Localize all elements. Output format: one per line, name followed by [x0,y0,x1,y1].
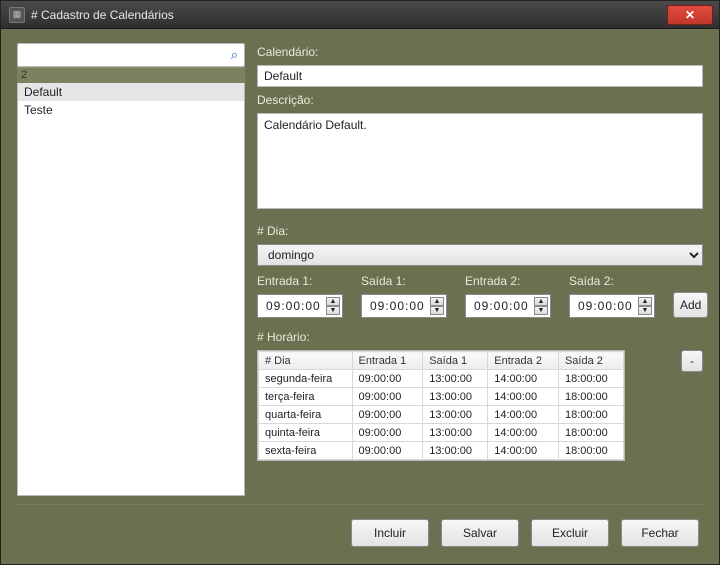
table-cell: 09:00:00 [352,406,423,424]
saida1-down[interactable]: ▼ [430,306,444,315]
table-cell: quinta-feira [259,424,353,442]
app-icon: ▦ [9,7,25,23]
table-cell: 13:00:00 [423,442,488,460]
table-cell: segunda-feira [259,370,353,388]
window-title: # Cadastro de Calendários [31,8,667,22]
table-row[interactable]: segunda-feira09:00:0013:00:0014:00:0018:… [259,370,624,388]
footer-buttons: Incluir Salvar Excluir Fechar [17,504,703,552]
excluir-button[interactable]: Excluir [531,519,609,547]
schedule-table-wrap: # DiaEntrada 1Saída 1Entrada 2Saída 2seg… [257,350,625,461]
schedule-table[interactable]: # DiaEntrada 1Saída 1Entrada 2Saída 2seg… [258,351,624,460]
list-item[interactable]: Default [18,83,244,101]
table-cell: 18:00:00 [558,424,623,442]
entrada2-field[interactable]: ▲ ▼ [465,294,551,318]
table-cell: 13:00:00 [423,406,488,424]
day-select[interactable]: domingo [257,244,703,266]
schedule-row: # DiaEntrada 1Saída 1Entrada 2Saída 2seg… [257,350,703,461]
table-cell: 18:00:00 [558,388,623,406]
day-label: # Dia: [257,222,703,240]
description-textarea[interactable] [257,113,703,209]
saida2-input[interactable] [576,298,636,314]
table-cell: terça-feira [259,388,353,406]
saida2-field[interactable]: ▲ ▼ [569,294,655,318]
table-row[interactable]: terça-feira09:00:0013:00:0014:00:0018:00… [259,388,624,406]
saida2-label: Saída 2: [569,272,655,290]
sidebar: ⌕ 2 DefaultTeste [17,43,245,496]
table-row[interactable]: sexta-feira09:00:0013:00:0014:00:0018:00… [259,442,624,460]
description-label: Descrição: [257,91,703,109]
calendar-name-input[interactable] [257,65,703,87]
form-pane: Calendário: Descrição: # Dia: domingo En… [257,43,703,496]
remove-button[interactable]: - [681,350,703,372]
entrada1-field[interactable]: ▲ ▼ [257,294,343,318]
table-row[interactable]: quinta-feira09:00:0013:00:0014:00:0018:0… [259,424,624,442]
table-cell: quarta-feira [259,406,353,424]
titlebar: ▦ # Cadastro de Calendários ✕ [1,1,719,29]
window-close-button[interactable]: ✕ [667,5,713,25]
search-wrap: ⌕ [17,43,245,67]
saida2-up[interactable]: ▲ [638,297,652,306]
table-cell: sexta-feira [259,442,353,460]
table-header[interactable]: Entrada 2 [488,352,559,370]
calendar-list[interactable]: DefaultTeste [17,83,245,496]
saida1-up[interactable]: ▲ [430,297,444,306]
entrada1-up[interactable]: ▲ [326,297,340,306]
list-item[interactable]: Teste [18,101,244,119]
entrada2-label: Entrada 2: [465,272,551,290]
table-cell: 13:00:00 [423,424,488,442]
add-button[interactable]: Add [673,292,708,318]
saida2-down[interactable]: ▼ [638,306,652,315]
table-cell: 09:00:00 [352,442,423,460]
table-cell: 14:00:00 [488,442,559,460]
search-icon[interactable]: ⌕ [231,47,238,63]
saida1-input[interactable] [368,298,428,314]
time-row: Entrada 1: ▲ ▼ Saída 1: [257,272,703,318]
table-cell: 09:00:00 [352,388,423,406]
table-header[interactable]: Saída 1 [423,352,488,370]
table-cell: 09:00:00 [352,424,423,442]
calendar-label: Calendário: [257,43,703,61]
entrada1-label: Entrada 1: [257,272,343,290]
entrada1-input[interactable] [264,298,324,314]
table-cell: 13:00:00 [423,388,488,406]
result-count: 2 [17,67,245,83]
app-window: ▦ # Cadastro de Calendários ✕ ⌕ 2 Defaul… [0,0,720,565]
table-cell: 09:00:00 [352,370,423,388]
table-header[interactable]: Saída 2 [558,352,623,370]
table-header[interactable]: # Dia [259,352,353,370]
table-cell: 18:00:00 [558,442,623,460]
table-cell: 14:00:00 [488,370,559,388]
table-cell: 14:00:00 [488,424,559,442]
saida1-label: Saída 1: [361,272,447,290]
table-header[interactable]: Entrada 1 [352,352,423,370]
close-icon: ✕ [685,8,695,22]
client-area: ⌕ 2 DefaultTeste Calendário: Descrição: … [1,29,719,564]
table-cell: 14:00:00 [488,406,559,424]
table-cell: 18:00:00 [558,406,623,424]
main-columns: ⌕ 2 DefaultTeste Calendário: Descrição: … [17,43,703,496]
entrada2-down[interactable]: ▼ [534,306,548,315]
fechar-button[interactable]: Fechar [621,519,699,547]
incluir-button[interactable]: Incluir [351,519,429,547]
saida1-field[interactable]: ▲ ▼ [361,294,447,318]
search-input[interactable] [24,45,227,65]
table-cell: 14:00:00 [488,388,559,406]
entrada2-up[interactable]: ▲ [534,297,548,306]
schedule-label: # Horário: [257,328,703,346]
entrada1-down[interactable]: ▼ [326,306,340,315]
entrada2-input[interactable] [472,298,532,314]
salvar-button[interactable]: Salvar [441,519,519,547]
table-cell: 13:00:00 [423,370,488,388]
table-cell: 18:00:00 [558,370,623,388]
table-row[interactable]: quarta-feira09:00:0013:00:0014:00:0018:0… [259,406,624,424]
